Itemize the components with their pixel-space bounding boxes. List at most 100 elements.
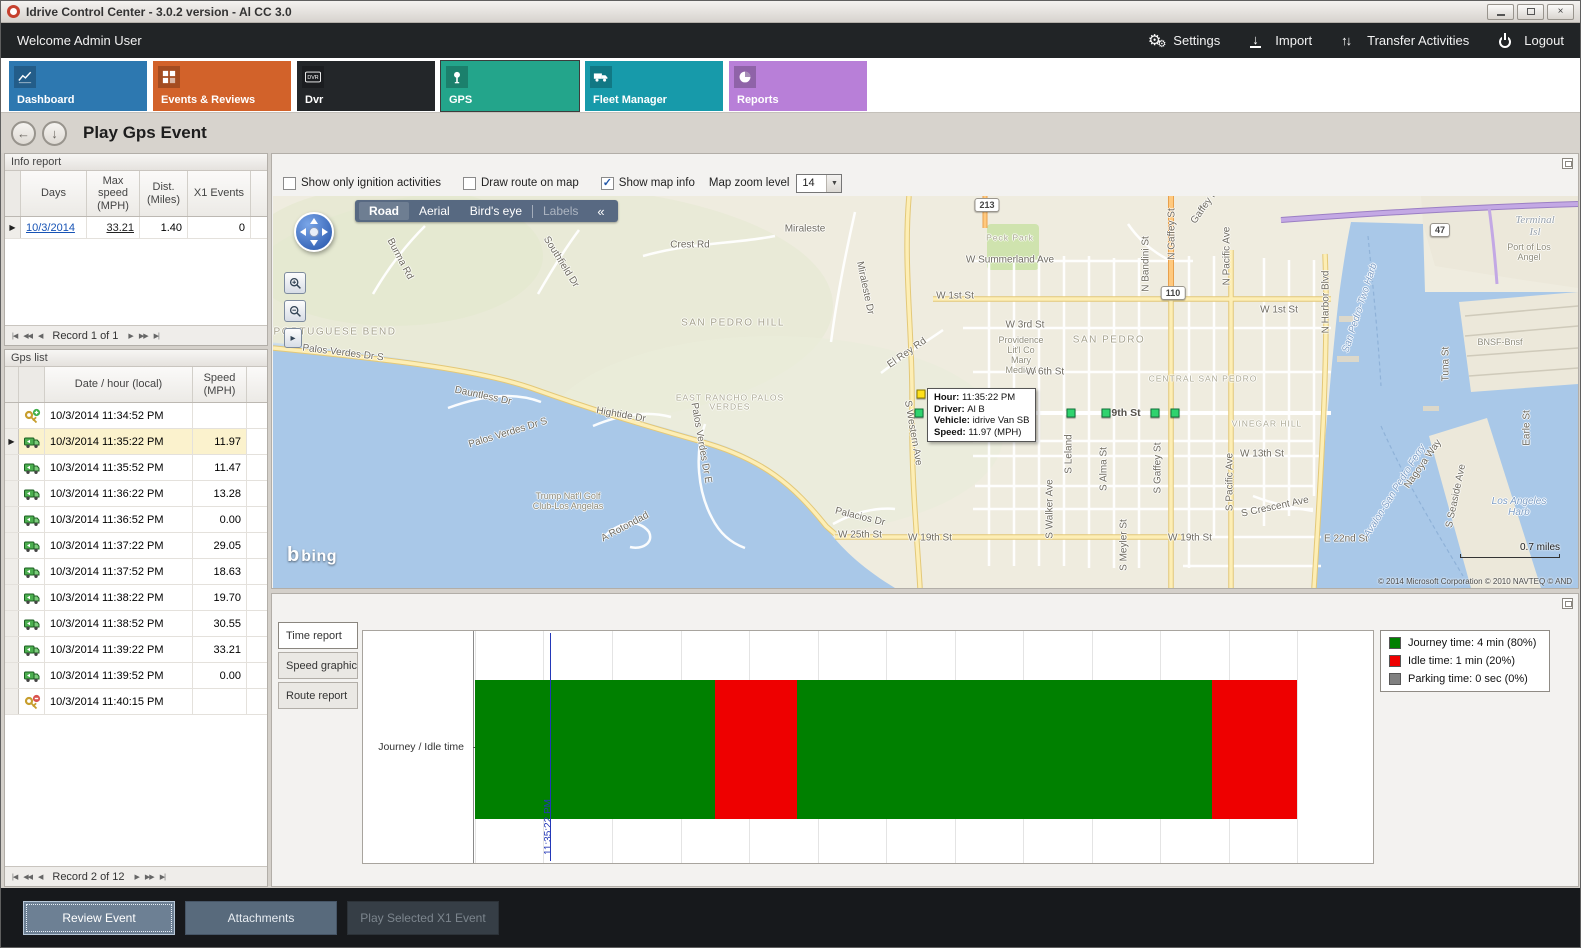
nav-next-button[interactable]: ▶: [135, 873, 139, 881]
close-button[interactable]: ×: [1547, 4, 1574, 20]
zoom-out-button[interactable]: [284, 300, 306, 322]
nav-prev-page-button[interactable]: ◀◀: [23, 873, 32, 881]
nav-tile-dashboard[interactable]: Dashboard: [9, 61, 147, 111]
tab-speed-graphic[interactable]: Speed graphic: [278, 652, 358, 679]
bing-logo[interactable]: b bing: [287, 544, 337, 567]
column-header[interactable]: Days: [21, 171, 87, 216]
nav-tile-dvr[interactable]: DVRDvr: [297, 61, 435, 111]
gps-list-row[interactable]: 10/3/2014 11:35:52 PM11.47: [5, 455, 267, 481]
datetime-cell: 10/3/2014 11:38:22 PM: [45, 585, 193, 610]
map-option-2[interactable]: ✓Show map info: [601, 177, 695, 190]
map-zoom-select[interactable]: 14 ▼: [796, 174, 842, 193]
play-selected-x1-event-button[interactable]: Play Selected X1 Event: [347, 901, 499, 935]
maximize-button[interactable]: [1517, 4, 1544, 20]
transfer-activities-button[interactable]: ↑↓Transfer Activities: [1342, 32, 1469, 50]
nav-tile-events-reviews[interactable]: Events & Reviews: [153, 61, 291, 111]
nav-next-page-button[interactable]: ▶▶: [145, 873, 154, 881]
nav-tile-fleet-manager[interactable]: Fleet Manager: [585, 61, 723, 111]
checkbox[interactable]: ✓: [601, 177, 614, 190]
route-shield: 47: [1430, 223, 1450, 237]
column-header[interactable]: Date / hour (local): [45, 367, 193, 402]
gps-list-row[interactable]: 10/3/2014 11:36:52 PM0.00: [5, 507, 267, 533]
nav-prev-button[interactable]: ◀: [38, 873, 42, 881]
gps-list-row[interactable]: 10/3/2014 11:39:52 PM0.00: [5, 663, 267, 689]
route-marker[interactable]: [1067, 409, 1076, 418]
datetime-cell: 10/3/2014 11:34:52 PM: [45, 403, 193, 428]
column-header[interactable]: Speed (MPH): [193, 367, 247, 402]
map-canvas[interactable]: Hour: 11:35:22 PMDriver: Al BVehicle: id…: [273, 196, 1578, 588]
gps-list-row[interactable]: ▶10/3/2014 11:35:22 PM11.97: [5, 429, 267, 455]
expand-map-panel-button[interactable]: [1562, 158, 1573, 169]
date-link[interactable]: 10/3/2014: [26, 222, 75, 234]
checkbox-label: Draw route on map: [481, 177, 579, 189]
days-cell[interactable]: 10/3/2014: [21, 217, 87, 238]
map-view-bird-s-eye[interactable]: Bird's eye: [460, 202, 532, 220]
zoom-in-button[interactable]: [284, 272, 306, 294]
nav-last-button[interactable]: ▶|: [154, 332, 159, 340]
checkbox[interactable]: [463, 177, 476, 190]
minimize-icon: [1497, 14, 1505, 16]
map-compass-control[interactable]: [291, 209, 337, 260]
gps-point-icon: [19, 533, 45, 558]
time-group: Journey / Idle time 11:35:22 PM Journey …: [271, 593, 1579, 887]
back-button[interactable]: ←: [11, 121, 36, 146]
info-report-body: ▶10/3/201433.211.400: [5, 217, 267, 325]
transfer-activities-label: Transfer Activities: [1367, 33, 1469, 48]
tab-route-report[interactable]: Route report: [278, 682, 358, 709]
column-header[interactable]: X1 Events: [188, 171, 251, 216]
route-marker[interactable]: [1171, 409, 1180, 418]
down-button[interactable]: ↓: [42, 121, 67, 146]
route-marker[interactable]: [915, 409, 924, 418]
settings-button[interactable]: ⚙⚙Settings: [1148, 32, 1220, 50]
nav-next-page-button[interactable]: ▶▶: [139, 332, 148, 340]
chart-gridline: [1297, 631, 1298, 863]
expand-time-panel-button[interactable]: [1562, 598, 1573, 609]
map-view-aerial[interactable]: Aerial: [409, 202, 460, 220]
gps-list-row[interactable]: 10/3/2014 11:38:22 PM19.70: [5, 585, 267, 611]
map-zoom-value: 14: [802, 177, 814, 189]
nav-prev-button[interactable]: ◀: [38, 332, 42, 340]
gps-list-head: Date / hour (local)Speed (MPH): [5, 367, 267, 403]
nav-tile-reports[interactable]: Reports: [729, 61, 867, 111]
welcome-text: Welcome Admin User: [17, 33, 142, 48]
gps-list-row[interactable]: 10/3/2014 11:38:52 PM30.55: [5, 611, 267, 637]
tab-time-report[interactable]: Time report: [278, 622, 358, 649]
map-option-0[interactable]: Show only ignition activities: [283, 177, 441, 190]
nav-next-button[interactable]: ▶: [128, 332, 132, 340]
gps-list-row[interactable]: 10/3/2014 11:36:22 PM13.28: [5, 481, 267, 507]
minimize-button[interactable]: [1487, 4, 1514, 20]
checkbox[interactable]: [283, 177, 296, 190]
import-button[interactable]: ↓Import: [1250, 32, 1312, 50]
logout-button[interactable]: Logout: [1499, 32, 1564, 50]
grid-corner: [5, 367, 19, 402]
nav-first-button[interactable]: |◀: [12, 873, 17, 881]
nav-last-button[interactable]: ▶|: [160, 873, 165, 881]
route-marker[interactable]: [1102, 409, 1111, 418]
column-header[interactable]: Dist. (Miles): [140, 171, 188, 216]
map-option-1[interactable]: Draw route on map: [463, 177, 579, 190]
record-indicator: Record 2 of 12: [52, 871, 124, 883]
gps-list-row[interactable]: 10/3/2014 11:39:22 PM33.21: [5, 637, 267, 663]
gps-list-row[interactable]: 10/3/2014 11:37:52 PM18.63: [5, 559, 267, 585]
gps-list-row[interactable]: 10/3/2014 11:40:15 PM: [5, 689, 267, 715]
tile-label: Fleet Manager: [593, 94, 667, 106]
map-side-expand-button[interactable]: ▸: [284, 328, 302, 348]
info-report-row[interactable]: ▶10/3/201433.211.400: [5, 217, 267, 239]
gps-list-row[interactable]: 10/3/2014 11:37:22 PM29.05: [5, 533, 267, 559]
map-view-labels[interactable]: Labels: [533, 202, 588, 220]
legend-item: Parking time: 0 sec (0%): [1389, 673, 1541, 685]
nav-tile-gps[interactable]: GPS: [441, 61, 579, 111]
grid-icon: [158, 66, 180, 88]
viewbar-collapse-button[interactable]: «: [588, 204, 613, 219]
attachments-button[interactable]: Attachments: [185, 901, 337, 935]
column-header[interactable]: Max speed (MPH): [87, 171, 140, 216]
review-event-button[interactable]: Review Event: [23, 901, 175, 935]
route-marker[interactable]: [1151, 409, 1160, 418]
selected-route-marker[interactable]: [917, 390, 926, 399]
gps-list-row[interactable]: 10/3/2014 11:34:52 PM: [5, 403, 267, 429]
nav-prev-page-button[interactable]: ◀◀: [23, 332, 32, 340]
nav-first-button[interactable]: |◀: [12, 332, 17, 340]
app-window: Idrive Control Center - 3.0.2 version - …: [0, 0, 1581, 948]
map-view-road[interactable]: Road: [359, 202, 409, 220]
ignition-on-icon: [19, 403, 45, 428]
